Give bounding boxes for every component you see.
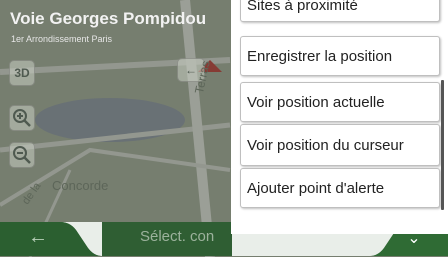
zoom-out-button[interactable] [9, 142, 35, 168]
bottom-back-button[interactable]: ← [22, 225, 54, 249]
menu-item-add-alert-point[interactable]: Ajouter point d'alerte [240, 168, 440, 208]
zoom-in-button[interactable] [9, 105, 35, 131]
street-name: Voie Georges Pompidou [10, 9, 207, 28]
zoom-in-icon [13, 109, 31, 127]
menu-item-current-position[interactable]: Voir position actuelle [240, 82, 440, 122]
menu-item-save-position[interactable]: Enregistrer la position [240, 36, 440, 76]
zoom-out-icon [13, 146, 31, 164]
menu-scrollbar[interactable] [441, 80, 444, 210]
map-label-concorde: Concorde [52, 178, 109, 193]
menu-item-cursor-position[interactable]: Voir position du curseur [240, 124, 440, 166]
context-menu: Sites à proximité Enregistrer la positio… [231, 0, 448, 234]
menu-item-nearby-sites[interactable]: Sites à proximité [240, 0, 440, 22]
bottom-bar-title: Sélect. con [140, 228, 215, 245]
view-3d-button[interactable]: 3D [9, 60, 35, 86]
district-name: 1er Arrondissement Paris [11, 34, 113, 44]
